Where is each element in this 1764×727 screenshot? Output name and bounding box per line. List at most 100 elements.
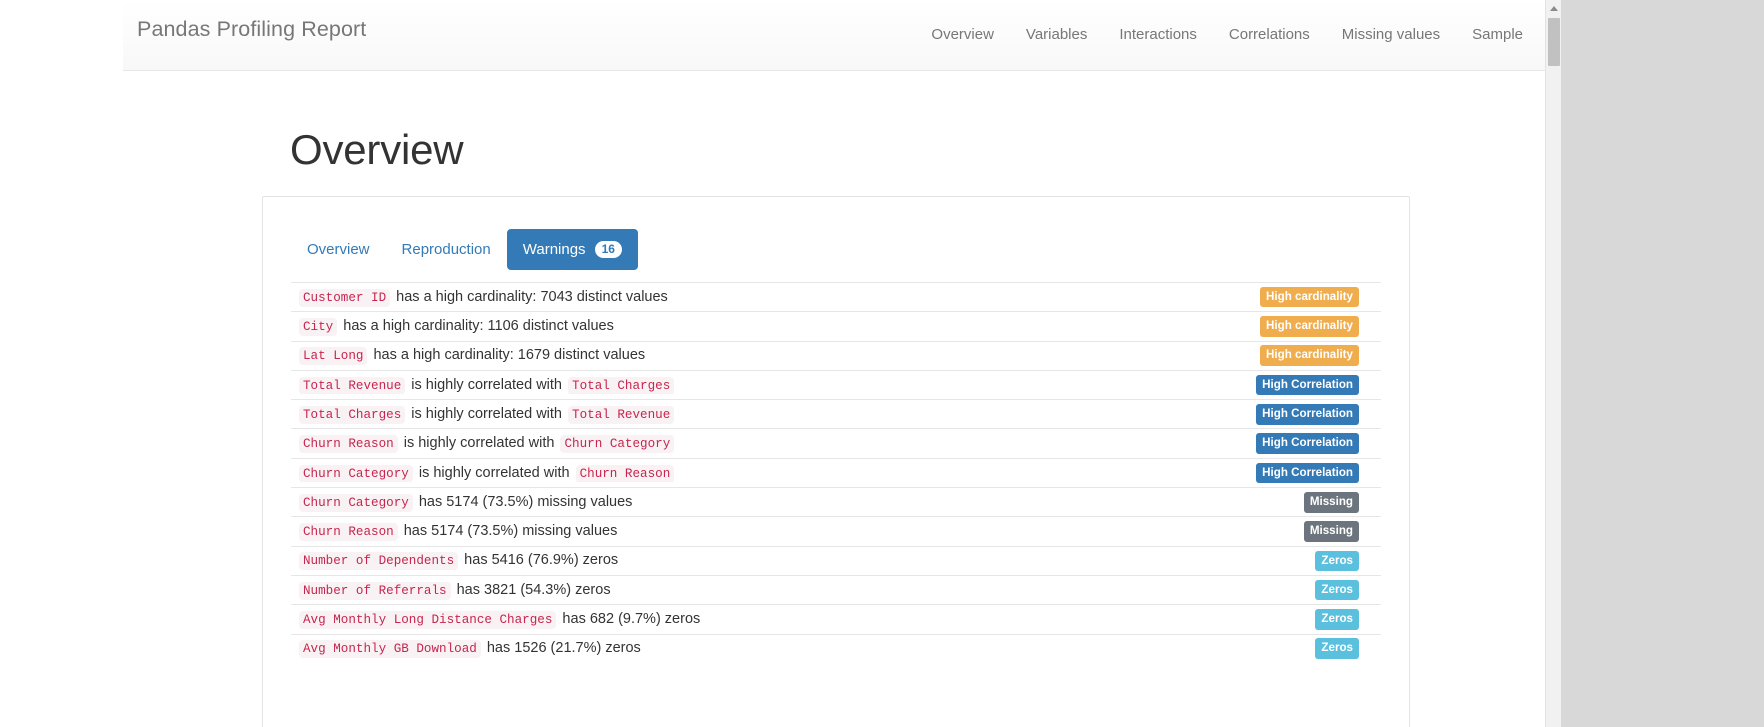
warning-message: Churn Category is highly correlated with… xyxy=(299,464,1147,483)
warning-badge-cell: Zeros xyxy=(1147,579,1377,601)
warning-description: has 5416 (76.9%) zeros xyxy=(460,552,619,569)
scrollbar-thumb[interactable] xyxy=(1548,18,1560,66)
warning-type-badge: Zeros xyxy=(1315,579,1359,601)
warning-message: Avg Monthly Long Distance Charges has 68… xyxy=(299,610,1147,629)
warning-message: Churn Reason is highly correlated with C… xyxy=(299,434,1147,454)
warning-badge-cell: High cardinality xyxy=(1147,316,1377,337)
overview-panel: Overview Reproduction Warnings 16 Custom… xyxy=(262,196,1410,727)
navbar-brand[interactable]: Pandas Profiling Report xyxy=(137,17,366,43)
warning-row: Lat Long has a high cardinality: 1679 di… xyxy=(291,340,1381,370)
warning-row: Number of Referrals has 3821 (54.3%) zer… xyxy=(291,574,1381,604)
warning-row: Customer ID has a high cardinality: 7043… xyxy=(291,282,1381,311)
warnings-list: Customer ID has a high cardinality: 7043… xyxy=(291,282,1381,727)
warning-type-badge: Missing xyxy=(1303,491,1359,513)
warning-row: Total Revenue is highly correlated with … xyxy=(291,369,1381,399)
page-title: Overview xyxy=(290,126,464,173)
warning-badge-cell: High Correlation xyxy=(1147,374,1377,396)
warning-message: Total Revenue is highly correlated with … xyxy=(299,376,1147,395)
nav-link-sample[interactable]: Sample xyxy=(1456,0,1539,70)
warning-variable-chip[interactable]: Avg Monthly GB Download xyxy=(299,640,481,659)
warning-badge-cell: High Correlation xyxy=(1147,462,1377,484)
vertical-scrollbar[interactable] xyxy=(1545,0,1561,727)
page-content: Overview Overview Reproduction Warnings … xyxy=(123,71,1545,727)
warning-description: is highly correlated with xyxy=(399,435,559,452)
panel-tabs: Overview Reproduction Warnings 16 xyxy=(291,229,638,271)
tab-overview-label: Overview xyxy=(307,241,370,258)
warning-related-variable-chip[interactable]: Total Charges xyxy=(568,376,675,395)
warning-message: City has a high cardinality: 1106 distin… xyxy=(299,317,1147,336)
warning-type-badge: High Correlation xyxy=(1256,404,1359,425)
tab-reproduction-label: Reproduction xyxy=(401,241,491,258)
warning-variable-chip[interactable]: Customer ID xyxy=(299,288,391,307)
warning-type-badge: High cardinality xyxy=(1260,316,1359,337)
nav-link-missing-values[interactable]: Missing values xyxy=(1326,0,1456,70)
warning-variable-chip[interactable]: Lat Long xyxy=(299,347,368,366)
navbar-links: Overview Variables Interactions Correlat… xyxy=(915,0,1539,70)
warning-variable-chip[interactable]: Churn Category xyxy=(299,464,413,483)
warning-badge-cell: High cardinality xyxy=(1147,345,1377,367)
warning-type-badge: High cardinality xyxy=(1260,286,1359,308)
tab-reproduction[interactable]: Reproduction xyxy=(386,229,507,270)
warning-variable-chip[interactable]: Total Revenue xyxy=(299,376,406,395)
warning-badge-cell: Missing xyxy=(1147,521,1377,542)
tab-warnings-label: Warnings xyxy=(522,241,586,258)
warning-badge-cell: Zeros xyxy=(1147,609,1377,630)
warning-description: is highly correlated with xyxy=(407,376,567,393)
warning-description: has a high cardinality: 1106 distinct va… xyxy=(339,318,614,335)
nav-link-variables[interactable]: Variables xyxy=(1010,0,1103,70)
warning-message: Churn Reason has 5174 (73.5%) missing va… xyxy=(299,522,1147,541)
nav-link-interactions[interactable]: Interactions xyxy=(1103,0,1213,70)
warning-variable-chip[interactable]: City xyxy=(299,318,338,336)
warning-description: has a high cardinality: 1679 distinct va… xyxy=(369,347,646,364)
warning-badge-cell: Zeros xyxy=(1147,638,1377,659)
warning-variable-chip[interactable]: Total Charges xyxy=(299,405,406,424)
warning-row: Avg Monthly GB Download has 1526 (21.7%)… xyxy=(291,633,1381,663)
warning-row: Total Charges is highly correlated with … xyxy=(291,399,1381,428)
warning-variable-chip[interactable]: Number of Dependents xyxy=(299,552,459,571)
warning-type-badge: High Correlation xyxy=(1256,462,1359,484)
warning-row: Churn Category has 5174 (73.5%) missing … xyxy=(291,487,1381,516)
warning-badge-cell: High Correlation xyxy=(1147,433,1377,454)
warning-description: has 5174 (73.5%) missing values xyxy=(414,493,633,510)
warning-description: has 5174 (73.5%) missing values xyxy=(399,523,618,540)
warning-message: Number of Dependents has 5416 (76.9%) ze… xyxy=(299,551,1147,571)
warning-type-badge: Zeros xyxy=(1315,609,1359,630)
warning-type-badge: High cardinality xyxy=(1260,345,1359,367)
warning-type-badge: Missing xyxy=(1303,521,1359,542)
warning-variable-chip[interactable]: Churn Reason xyxy=(299,523,398,541)
screenshot-root: Pandas Profiling Report Overview Variabl… xyxy=(0,0,1764,727)
warning-related-variable-chip[interactable]: Churn Reason xyxy=(575,464,675,483)
warning-row: Churn Category is highly correlated with… xyxy=(291,457,1381,487)
warning-badge-cell: High Correlation xyxy=(1147,404,1377,425)
warning-type-badge: High Correlation xyxy=(1256,374,1359,396)
warning-variable-chip[interactable]: Number of Referrals xyxy=(299,581,451,600)
warning-description: has 3821 (54.3%) zeros xyxy=(452,581,611,598)
warning-variable-chip[interactable]: Churn Category xyxy=(299,493,413,512)
warning-description: has a high cardinality: 7043 distinct va… xyxy=(392,288,668,305)
warning-variable-chip[interactable]: Churn Reason xyxy=(299,435,398,454)
warning-description: is highly correlated with xyxy=(407,405,567,422)
warning-message: Customer ID has a high cardinality: 7043… xyxy=(299,288,1147,307)
nav-link-correlations[interactable]: Correlations xyxy=(1213,0,1326,70)
warning-variable-chip[interactable]: Avg Monthly Long Distance Charges xyxy=(299,610,557,629)
warning-message: Number of Referrals has 3821 (54.3%) zer… xyxy=(299,581,1147,600)
warning-related-variable-chip[interactable]: Churn Category xyxy=(560,435,675,454)
warning-row: Churn Reason has 5174 (73.5%) missing va… xyxy=(291,516,1381,545)
warning-type-badge: Zeros xyxy=(1315,550,1359,572)
tab-overview[interactable]: Overview xyxy=(291,229,386,270)
tab-warnings[interactable]: Warnings 16 xyxy=(506,229,638,271)
warning-description: has 1526 (21.7%) zeros xyxy=(482,640,641,657)
warning-type-badge: High Correlation xyxy=(1256,433,1359,454)
warning-type-badge: Zeros xyxy=(1315,638,1359,659)
warning-badge-cell: Zeros xyxy=(1147,550,1377,572)
warnings-count-badge: 16 xyxy=(594,241,622,259)
navbar: Pandas Profiling Report Overview Variabl… xyxy=(123,0,1545,71)
nav-link-overview[interactable]: Overview xyxy=(915,0,1010,70)
page-left-gutter xyxy=(0,0,123,727)
scroll-up-arrow-icon[interactable] xyxy=(1546,0,1561,17)
warning-row: City has a high cardinality: 1106 distin… xyxy=(291,311,1381,340)
warning-message: Avg Monthly GB Download has 1526 (21.7%)… xyxy=(299,639,1147,659)
warning-row: Avg Monthly Long Distance Charges has 68… xyxy=(291,604,1381,633)
warning-description: has 682 (9.7%) zeros xyxy=(558,610,701,627)
warning-related-variable-chip[interactable]: Total Revenue xyxy=(568,405,675,424)
